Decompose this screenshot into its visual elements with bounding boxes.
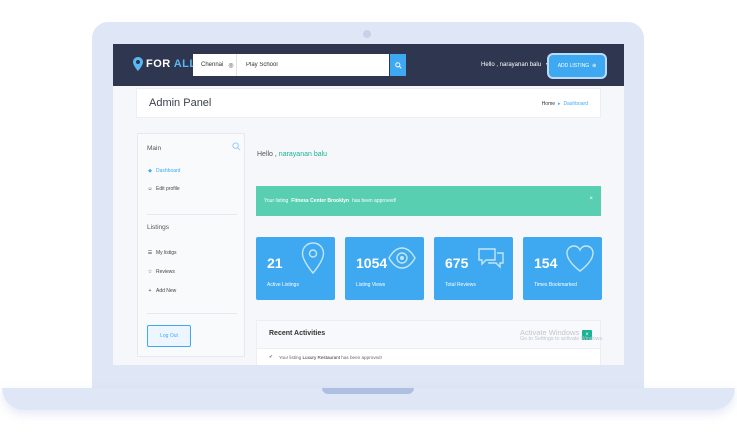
stat-label: Active Listings <box>267 282 299 288</box>
stat-card-total-reviews[interactable]: 675 Total Reviews <box>434 237 513 300</box>
search-input[interactable] <box>237 55 367 75</box>
star-icon: ☆ <box>147 269 153 275</box>
heart-icon <box>566 245 594 272</box>
plus-circle-icon: ⊕ <box>592 63 597 69</box>
greeting-prefix: Hello , <box>257 151 277 158</box>
breadcrumb-arrow-icon: ▸ <box>558 101 561 107</box>
stat-card-times-bookmarked[interactable]: 154 Times Bookmarked <box>523 237 602 300</box>
activity-suffix: has been approved! <box>341 354 382 360</box>
search-bar: Chennai ◎ <box>193 54 389 76</box>
sidebar-item-my-listings[interactable]: ☰ My listigs <box>147 250 177 256</box>
stat-value: 1054 <box>356 255 388 271</box>
add-listing-label: ADD LISTING <box>557 63 590 69</box>
city-selector[interactable]: Chennai ◎ <box>193 54 237 76</box>
stat-label: Times Bookmarked <box>534 282 577 288</box>
add-listing-button[interactable]: ADD LISTING ⊕ <box>549 55 605 77</box>
stat-value: 154 <box>534 255 558 271</box>
sidebar-item-reviews[interactable]: ☆ Reviews <box>147 269 175 275</box>
user-menu-label: Hello , narayanan balu <box>481 62 542 68</box>
list-icon: ☰ <box>147 250 153 256</box>
chat-bubbles-icon <box>478 248 504 269</box>
logo-text-part1: FOR <box>146 58 171 70</box>
approval-alert: Your listing Fitness Center Brooklyn has… <box>256 186 601 216</box>
breadcrumb: Home ▸ Dashboard <box>542 101 588 107</box>
city-label: Chennai <box>201 62 224 68</box>
stat-value: 675 <box>445 255 469 271</box>
activity-listing[interactable]: Luxury Restaurant <box>302 355 340 360</box>
stat-card-active-listings[interactable]: 21 Active Listings <box>256 237 335 300</box>
sidebar-item-edit-profile[interactable]: ☺ Edit profile <box>147 186 180 192</box>
alert-suffix: has been approved! <box>352 198 397 204</box>
stage: FORALLIN Chennai ◎ Hello , narayanan bal… <box>0 0 737 441</box>
search-icon[interactable] <box>232 142 241 151</box>
page-titlebar: Admin Panel Home ▸ Dashboard <box>136 88 601 118</box>
logout-button[interactable]: Log Out <box>147 325 191 347</box>
top-header: FORALLIN Chennai ◎ Hello , narayanan bal… <box>113 44 624 86</box>
sidebar-item-label: My listigs <box>156 250 177 256</box>
sidebar-item-label: Edit profile <box>156 186 180 192</box>
activity-item: ✔ Your listing Luxury Restaurant has bee… <box>269 354 382 360</box>
search-icon <box>394 61 402 69</box>
sidebar-divider <box>147 313 237 314</box>
stat-value: 21 <box>267 255 283 271</box>
close-icon[interactable]: × <box>589 196 593 202</box>
sidebar-divider <box>147 214 237 215</box>
laptop-notch <box>322 388 414 394</box>
sidebar-item-label: Reviews <box>156 269 175 275</box>
activate-windows-watermark: Activate Windows Go to Settings to activ… <box>520 328 604 343</box>
stat-label: Total Reviews <box>445 282 476 288</box>
recent-activities-title: Recent Activities <box>269 330 326 337</box>
sidebar-item-dashboard[interactable]: ◆ Dashboard <box>147 168 180 174</box>
sidebar-section-main: Main <box>147 145 162 152</box>
breadcrumb-dashboard[interactable]: Dashboard <box>564 101 588 107</box>
eye-icon <box>388 247 416 269</box>
breadcrumb-home[interactable]: Home <box>542 101 555 107</box>
activity-prefix: Your listing <box>278 354 302 360</box>
user-icon: ☺ <box>147 186 153 192</box>
search-button[interactable] <box>390 54 406 76</box>
page-title: Admin Panel <box>149 97 212 109</box>
sidebar-section-listings: Listings <box>147 224 170 231</box>
dashboard-icon: ◆ <box>148 168 152 174</box>
screen: FORALLIN Chennai ◎ Hello , narayanan bal… <box>113 44 624 365</box>
map-pin-icon <box>301 242 325 275</box>
alert-listing-name[interactable]: Fitness Center Brooklyn <box>291 198 349 204</box>
check-icon: ✔ <box>269 354 273 359</box>
user-menu[interactable]: Hello , narayanan balu ▼ <box>481 62 550 68</box>
alert-prefix: Your listing <box>264 198 289 204</box>
greeting-name: narayanan balu <box>278 151 328 158</box>
sidebar-item-label: Add New <box>156 288 177 294</box>
greeting: Hello , narayanan balu <box>257 151 327 158</box>
watermark-line2: Go to Settings to activate Windows. <box>520 336 604 343</box>
plus-icon: + <box>148 288 152 294</box>
logo-pin-icon <box>133 57 143 71</box>
stat-card-listing-views[interactable]: 1054 Listing Views <box>345 237 424 300</box>
stat-label: Listing Views <box>356 282 386 288</box>
target-icon: ◎ <box>228 62 234 69</box>
sidebar-item-label: Dashboard <box>156 168 181 174</box>
sidebar: Main ◆ Dashboard ☺ Edit profile Listings… <box>137 133 245 357</box>
sidebar-item-add-new[interactable]: + Add New <box>147 288 177 294</box>
laptop-camera <box>363 30 371 38</box>
